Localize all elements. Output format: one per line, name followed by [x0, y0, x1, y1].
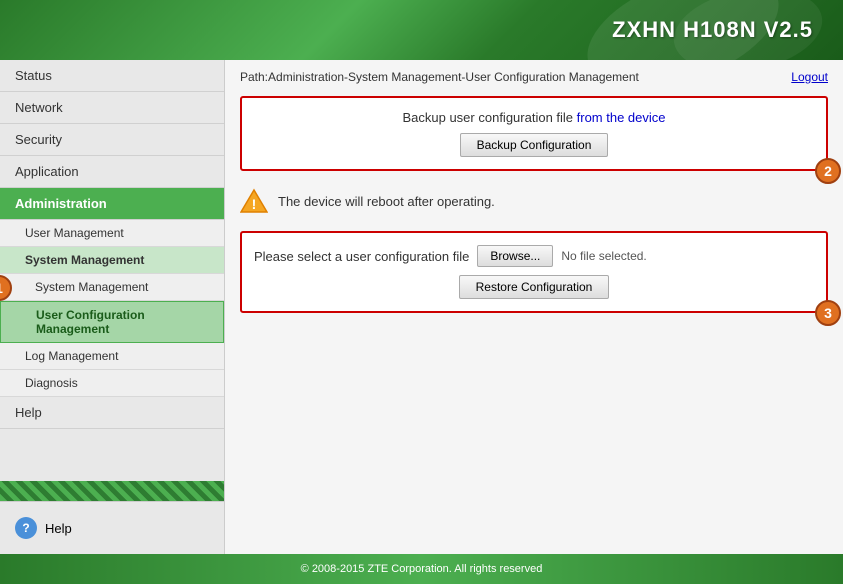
warning-icon: ! — [240, 187, 268, 215]
help-icon: ? — [15, 517, 37, 539]
restore-label: Please select a user configuration file — [254, 249, 469, 264]
sidebar-subitem-log-management[interactable]: Log Management — [0, 343, 224, 370]
sidebar-item-status[interactable]: Status — [0, 60, 224, 92]
restore-section-wrap: Please select a user configuration file … — [240, 231, 828, 313]
app-title: ZXHN H108N V2.5 — [612, 17, 813, 43]
sidebar-stripe — [0, 481, 224, 501]
breadcrumb: Path:Administration-System Management-Us… — [240, 70, 639, 84]
svg-text:!: ! — [252, 196, 257, 212]
backup-section: Backup user configuration file from the … — [240, 96, 828, 171]
annotation-3: 3 — [815, 300, 841, 326]
footer-text: © 2008-2015 ZTE Corporation. All rights … — [301, 563, 543, 575]
sidebar: Status Network Security Application Admi… — [0, 60, 225, 554]
sidebar-item-application[interactable]: Application — [0, 156, 224, 188]
sidebar-item-security[interactable]: Security — [0, 124, 224, 156]
warning-row: ! The device will reboot after operating… — [240, 183, 828, 219]
header: ZXHN H108N V2.5 — [0, 0, 843, 60]
sidebar-help: ? Help — [0, 501, 224, 554]
sidebar-subitem-user-config-management[interactable]: User Configuration Management — [0, 301, 224, 343]
restore-button-row: Restore Configuration — [254, 275, 814, 299]
logout-link[interactable]: Logout — [791, 70, 828, 84]
help-label: Help — [45, 521, 72, 536]
content-area: Path:Administration-System Management-Us… — [225, 60, 843, 554]
annotation-2: 2 — [815, 158, 841, 184]
backup-description: Backup user configuration file from the … — [254, 110, 814, 125]
sidebar-item-administration[interactable]: Administration — [0, 188, 224, 220]
sidebar-subitem-system-management-wrap: 1 System Management — [0, 274, 224, 301]
sidebar-nav: Status Network Security Application Admi… — [0, 60, 224, 481]
restore-configuration-button[interactable]: Restore Configuration — [459, 275, 610, 299]
sidebar-subitem-user-management[interactable]: User Management — [0, 220, 224, 247]
sidebar-item-network[interactable]: Network — [0, 92, 224, 124]
sidebar-subitem-system-management-group[interactable]: System Management — [0, 247, 224, 274]
restore-section: Please select a user configuration file … — [240, 231, 828, 313]
backup-section-wrap: Backup user configuration file from the … — [240, 96, 828, 171]
backup-configuration-button[interactable]: Backup Configuration — [460, 133, 609, 157]
main-container: Status Network Security Application Admi… — [0, 60, 843, 554]
warning-text: The device will reboot after operating. — [278, 194, 495, 209]
sidebar-subitem-system-management[interactable]: System Management — [0, 274, 224, 301]
backup-section-inner: Backup user configuration file from the … — [254, 110, 814, 157]
browse-button[interactable]: Browse... — [477, 245, 553, 267]
path-bar: Path:Administration-System Management-Us… — [240, 70, 828, 84]
footer: © 2008-2015 ZTE Corporation. All rights … — [0, 554, 843, 584]
sidebar-subitem-diagnosis[interactable]: Diagnosis — [0, 370, 224, 397]
restore-row: Please select a user configuration file … — [254, 245, 814, 267]
sidebar-item-help[interactable]: Help — [0, 397, 224, 429]
no-file-text: No file selected. — [561, 249, 646, 263]
